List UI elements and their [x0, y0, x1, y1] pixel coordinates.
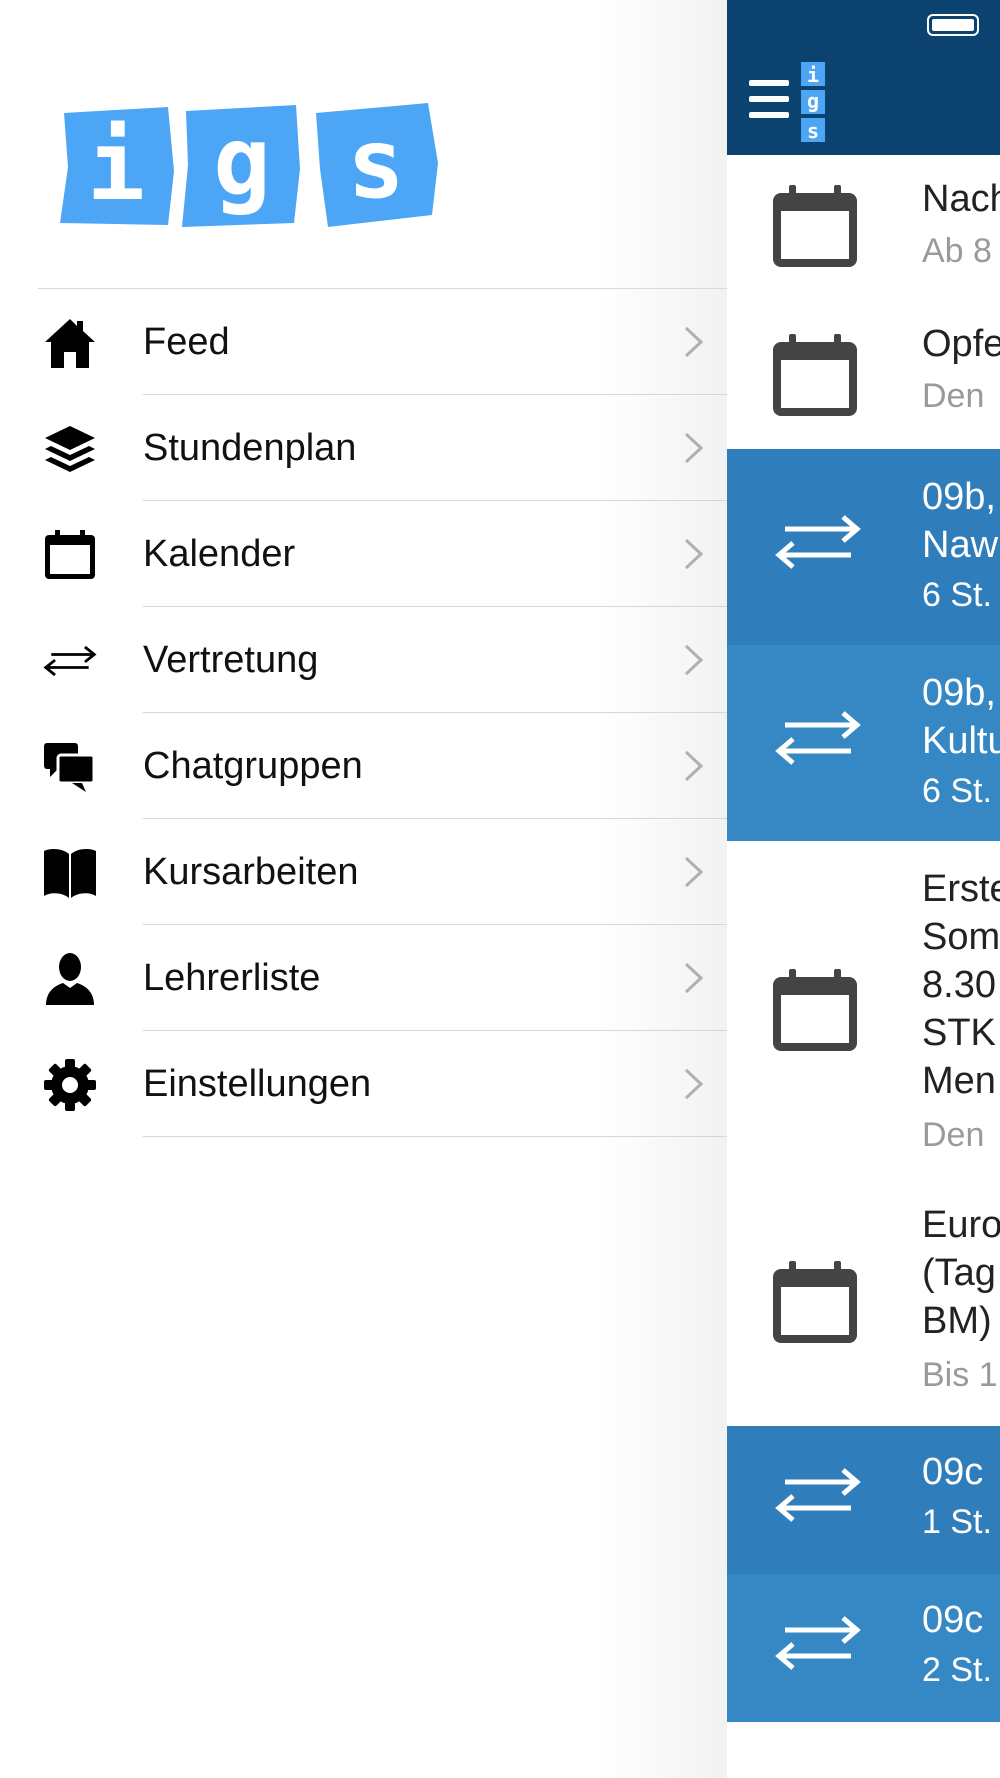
menu-label-lehrerliste: Lehrerliste — [143, 957, 321, 999]
menu-item-feed[interactable]: Feed — [38, 289, 727, 395]
igs-mini-logo: i g s — [801, 62, 825, 143]
feed-row[interactable]: Euro (Tag BM) Bis 1 — [727, 1181, 1000, 1426]
navigation-bar: i g s — [727, 0, 1000, 155]
hamburger-menu-button[interactable] — [749, 80, 791, 120]
chevron-right-icon — [684, 538, 704, 570]
menu-label-kalender: Kalender — [143, 533, 296, 575]
logo-letter-i: i — [87, 110, 145, 222]
side-drawer: i g s Feed Stundenplan Kalender Vertretu… — [0, 0, 727, 1778]
feed-row-title: Opfe — [922, 323, 1000, 365]
drawer-menu: Feed Stundenplan Kalender Vertretung Cha… — [38, 288, 727, 1137]
igs-logo: i g s — [60, 103, 438, 227]
person-icon — [42, 951, 98, 1007]
feed-row-title-line: Euro — [922, 1204, 1000, 1246]
feed-row-title-line: STK — [922, 1012, 996, 1054]
calendar-icon — [773, 334, 857, 416]
menu-label-feed: Feed — [143, 321, 230, 363]
feed-row[interactable]: Nach Ab 8 — [727, 155, 1000, 302]
menu-item-vertretung[interactable]: Vertretung — [38, 607, 727, 713]
feed-row-title-line: 8.30 — [922, 964, 996, 1006]
battery-icon — [927, 14, 979, 36]
feed-row-subtitle: Den — [922, 377, 985, 415]
book-icon — [42, 845, 98, 901]
menu-item-stundenplan[interactable]: Stundenplan — [38, 395, 727, 501]
swap-arrows-icon — [42, 633, 98, 689]
swap-arrows-icon — [775, 1616, 861, 1670]
feed-row[interactable]: Opfe Den — [727, 302, 1000, 449]
divider — [143, 1136, 727, 1137]
swap-arrows-icon — [775, 711, 861, 765]
chevron-right-icon — [684, 326, 704, 358]
mini-logo-letter-i: i — [807, 63, 819, 87]
substitution-row[interactable]: 09b, Kultu 6 St. — [727, 645, 1000, 841]
substitution-row[interactable]: 09b, Naw 6 St. — [727, 449, 1000, 645]
chevron-right-icon — [684, 962, 704, 994]
mini-logo-letter-s: s — [807, 119, 819, 143]
menu-item-kalender[interactable]: Kalender — [38, 501, 727, 607]
substitution-title-line: Naw — [922, 524, 999, 566]
substitution-title-line: 09c — [922, 1599, 984, 1641]
mini-logo-letter-g: g — [807, 89, 819, 113]
menu-label-stundenplan: Stundenplan — [143, 427, 357, 469]
calendar-icon — [773, 1261, 857, 1343]
substitution-row[interactable]: 09c 2 St. — [727, 1574, 1000, 1722]
chevron-right-icon — [684, 644, 704, 676]
substitution-row[interactable]: 09c 1 St. — [727, 1426, 1000, 1574]
calendar-icon — [42, 527, 98, 583]
chat-bubbles-icon — [42, 739, 98, 795]
menu-label-einstellungen: Einstellungen — [143, 1063, 372, 1105]
feed-row-title-line: (Tag — [922, 1252, 996, 1294]
chevron-right-icon — [684, 1068, 704, 1100]
menu-label-kursarbeiten: Kursarbeiten — [143, 851, 359, 893]
chevron-right-icon — [684, 856, 704, 888]
substitution-subtitle: 2 St. — [922, 1651, 992, 1689]
swap-arrows-icon — [775, 515, 861, 569]
logo-letter-s: s — [347, 108, 405, 220]
feed-list: Nach Ab 8 Opfe Den 09b, Naw 6 St. 09 — [727, 155, 1000, 1722]
home-icon — [42, 315, 98, 371]
feed-row-title-line: BM) — [922, 1300, 992, 1342]
chevron-right-icon — [684, 750, 704, 782]
swap-arrows-icon — [775, 1468, 861, 1522]
menu-item-einstellungen[interactable]: Einstellungen — [38, 1031, 727, 1137]
menu-item-lehrerliste[interactable]: Lehrerliste — [38, 925, 727, 1031]
substitution-subtitle: 6 St. — [922, 576, 992, 614]
substitution-subtitle: 6 St. — [922, 772, 992, 810]
feed-row-title-line: Erste — [922, 868, 1000, 910]
main-panel: i g s Nach Ab 8 Opfe Den 09b, Na — [727, 0, 1000, 1778]
menu-item-chatgruppen[interactable]: Chatgruppen — [38, 713, 727, 819]
calendar-icon — [773, 969, 857, 1051]
gear-icon — [42, 1057, 98, 1113]
feed-row-subtitle: Bis 1 — [922, 1356, 998, 1394]
substitution-title-line: 09c — [922, 1451, 984, 1493]
substitution-title-line: 09b, — [922, 672, 996, 714]
substitution-subtitle: 1 St. — [922, 1503, 992, 1541]
feed-row-title-line: Som — [922, 916, 1000, 958]
layers-icon — [42, 421, 98, 477]
feed-row[interactable]: Erste Som 8.30 STK Men Den — [727, 841, 1000, 1181]
menu-label-chatgruppen: Chatgruppen — [143, 745, 363, 787]
calendar-icon — [773, 185, 857, 267]
substitution-title-line: 09b, — [922, 476, 996, 518]
feed-row-title: Nach — [922, 178, 1000, 220]
logo-letter-g: g — [213, 106, 271, 218]
feed-row-subtitle: Den — [922, 1116, 985, 1154]
feed-row-title-line: Men — [922, 1060, 996, 1102]
menu-label-vertretung: Vertretung — [143, 639, 319, 681]
chevron-right-icon — [684, 432, 704, 464]
menu-item-kursarbeiten[interactable]: Kursarbeiten — [38, 819, 727, 925]
substitution-title-line: Kultu — [922, 720, 1000, 762]
feed-row-subtitle: Ab 8 — [922, 232, 992, 270]
